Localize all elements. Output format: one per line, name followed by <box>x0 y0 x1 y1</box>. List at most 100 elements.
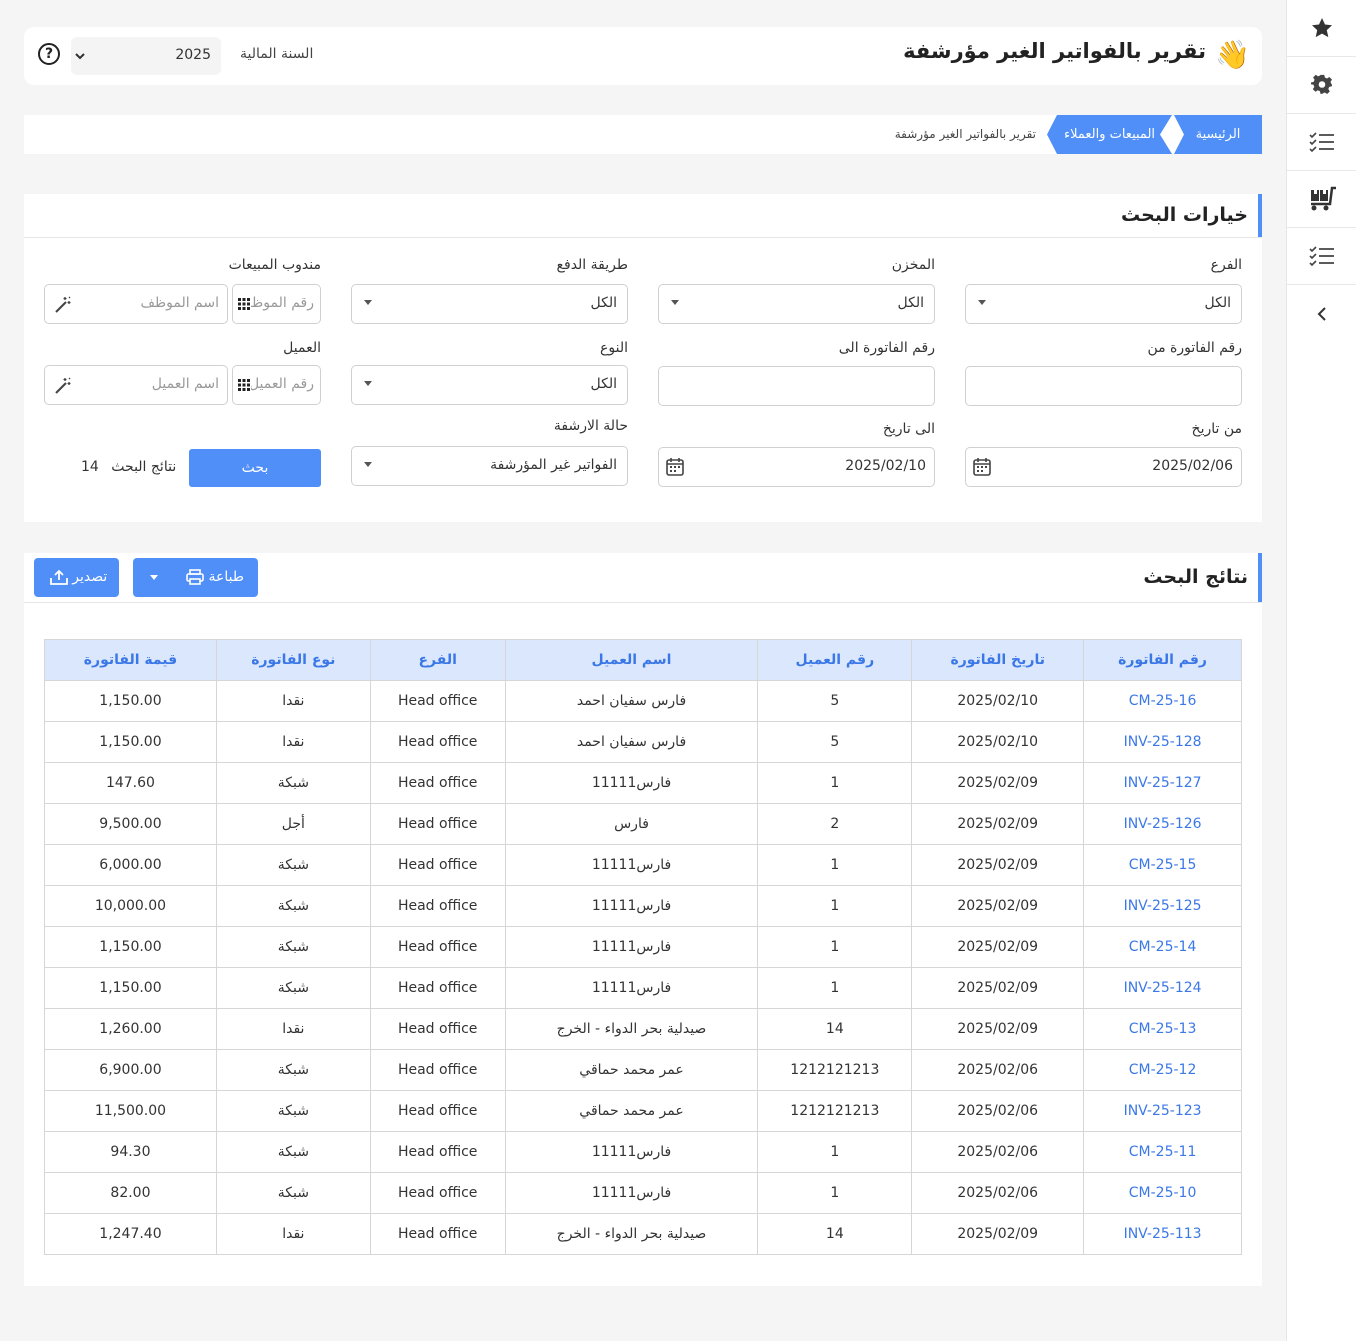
type-value: الكل <box>590 376 618 392</box>
date-to-label: الى تاريخ <box>882 421 935 437</box>
customer-number-cell: 1 <box>757 967 913 1009</box>
settings-item[interactable] <box>1287 57 1356 114</box>
invoice-number-link[interactable]: CM-25-12 <box>1083 1049 1242 1091</box>
customer-name-cell: صيدلية بحر الدواء - الخرج <box>504 1213 759 1255</box>
breadcrumb-sales[interactable]: المبيعات والعملاء <box>1047 115 1172 154</box>
branch-cell: Head office <box>369 762 506 804</box>
customer-name-cell: صيدلية بحر الدواء - الخرج <box>504 1008 759 1050</box>
print-button[interactable]: طباعة <box>133 558 258 597</box>
invoice-type-cell: أجل <box>215 803 371 845</box>
customer-number-input[interactable]: رقم العميل <box>232 365 321 405</box>
results-table: رقم الفاتورة تاريخ الفاتورة رقم العميل ا… <box>44 639 1242 1255</box>
invoice-number-link[interactable]: INV-25-126 <box>1083 803 1242 845</box>
invoice-number-link[interactable]: INV-25-125 <box>1083 885 1242 927</box>
invoice-date-cell: 2025/02/10 <box>911 680 1085 722</box>
invoice-number-link[interactable]: CM-25-14 <box>1083 926 1242 968</box>
column-header[interactable]: اسم العميل <box>504 639 759 681</box>
invoice-from-label: رقم الفاتورة من <box>1147 340 1242 356</box>
invoice-amount-cell: 6,900.00 <box>44 1049 217 1091</box>
payment-method-select[interactable]: الكل <box>351 284 628 324</box>
warehouse-select[interactable]: الكل <box>658 284 935 324</box>
branch-select[interactable]: الكل <box>965 284 1242 324</box>
customer-name-cell: فارس11111 <box>504 967 759 1009</box>
invoice-type-cell: شبكة <box>215 1090 371 1132</box>
archive-status-select[interactable]: الفواتير غير المؤرشفة <box>351 446 628 486</box>
breadcrumb-current: تقرير بالفواتير الغير مؤرشفة <box>894 127 1036 141</box>
column-header[interactable]: الفرع <box>369 639 506 681</box>
breadcrumb-home[interactable]: الرئيسية <box>1174 115 1262 154</box>
table-header-row: رقم الفاتورة تاريخ الفاتورة رقم العميل ا… <box>44 639 1242 681</box>
sales-rep-name-input[interactable]: اسم الموظف <box>44 284 228 324</box>
customer-name-cell: فارس11111 <box>504 1131 759 1173</box>
invoice-date-cell: 2025/02/09 <box>911 803 1085 845</box>
gear-icon <box>1310 74 1332 94</box>
date-to-input[interactable]: 2025/02/10 <box>658 447 935 487</box>
customer-number-cell: 1 <box>757 1131 913 1173</box>
invoice-number-link[interactable]: INV-25-113 <box>1083 1213 1242 1255</box>
search-options-title: خيارات البحث <box>1121 194 1262 237</box>
invoice-number-link[interactable]: INV-25-123 <box>1083 1090 1242 1132</box>
customer-name-cell: فارس11111 <box>504 1172 759 1214</box>
reports-item[interactable] <box>1287 228 1356 285</box>
chevron-left-icon <box>1317 306 1326 321</box>
invoice-number-link[interactable]: CM-25-11 <box>1083 1131 1242 1173</box>
fiscal-year-select[interactable]: 2025 <box>71 37 221 75</box>
customer-name-input[interactable]: اسم العميل <box>44 365 228 405</box>
column-header[interactable]: رقم الفاتورة <box>1083 639 1242 681</box>
customer-number-cell: 5 <box>757 721 913 763</box>
customer-number-cell: 1 <box>757 1172 913 1214</box>
invoice-type-cell: شبكة <box>215 762 371 804</box>
calendar-icon[interactable] <box>665 457 685 477</box>
invoice-number-link[interactable]: CM-25-10 <box>1083 1172 1242 1214</box>
invoice-to-input[interactable] <box>658 366 935 406</box>
printer-icon <box>186 569 204 585</box>
invoice-date-cell: 2025/02/09 <box>911 1008 1085 1050</box>
branch-cell: Head office <box>369 926 506 968</box>
export-button[interactable]: تصدير <box>34 558 119 597</box>
cart-item[interactable] <box>1287 171 1356 228</box>
date-from-input[interactable]: 2025/02/06 <box>965 447 1242 487</box>
branch-cell: Head office <box>369 1131 506 1173</box>
magic-wand-icon[interactable] <box>54 296 72 314</box>
branch-value: الكل <box>1204 295 1232 311</box>
customer-name-cell: فارس11111 <box>504 844 759 886</box>
customer-name-cell: فارس11111 <box>504 762 759 804</box>
column-header[interactable]: رقم العميل <box>757 639 913 681</box>
invoice-number-link[interactable]: INV-25-124 <box>1083 967 1242 1009</box>
branch-cell: Head office <box>369 1090 506 1132</box>
collapse-rail-button[interactable] <box>1287 285 1356 342</box>
favorites-item[interactable] <box>1287 0 1356 57</box>
help-icon[interactable]: ? <box>38 43 60 65</box>
magic-wand-icon[interactable] <box>54 377 72 395</box>
invoice-number-link[interactable]: CM-25-16 <box>1083 680 1242 722</box>
invoice-type-cell: شبكة <box>215 1172 371 1214</box>
caret-down-icon <box>364 381 372 386</box>
table-row: CM-25-12 2025/02/06 1212121213 عمر محمد حما… <box>44 1049 1242 1091</box>
invoice-amount-cell: 1,260.00 <box>44 1008 217 1050</box>
fiscal-year-value: 2025 <box>175 47 211 63</box>
caret-down-icon <box>364 300 372 305</box>
column-header[interactable]: نوع الفاتورة <box>215 639 371 681</box>
sales-rep-number-input[interactable]: رقم الموظف <box>232 284 321 324</box>
calendar-icon[interactable] <box>972 457 992 477</box>
tasks-item[interactable] <box>1287 114 1356 171</box>
invoice-from-input[interactable] <box>965 366 1242 406</box>
table-row: CM-25-14 2025/02/09 1 فارس11111 Head office ش… <box>44 926 1242 968</box>
type-select[interactable]: الكل <box>351 365 628 405</box>
invoice-amount-cell: 1,247.40 <box>44 1213 217 1255</box>
customer-name-cell: عمر محمد حماقي <box>504 1090 759 1132</box>
branch-cell: Head office <box>369 1008 506 1050</box>
results-title: نتائج البحث <box>1143 553 1262 602</box>
customer-name-cell: عمر محمد حماقي <box>504 1049 759 1091</box>
column-header[interactable]: قيمة الفاتورة <box>44 639 217 681</box>
date-from-value: 2025/02/06 <box>1152 458 1233 474</box>
invoice-number-link[interactable]: CM-25-13 <box>1083 1008 1242 1050</box>
invoice-number-link[interactable]: CM-25-15 <box>1083 844 1242 886</box>
search-button[interactable]: بحث <box>189 449 321 487</box>
caret-down-icon <box>978 300 986 305</box>
caret-down-icon[interactable] <box>150 575 158 580</box>
invoice-number-link[interactable]: INV-25-128 <box>1083 721 1242 763</box>
chevron-down-icon <box>75 53 85 60</box>
column-header[interactable]: تاريخ الفاتورة <box>911 639 1085 681</box>
invoice-number-link[interactable]: INV-25-127 <box>1083 762 1242 804</box>
